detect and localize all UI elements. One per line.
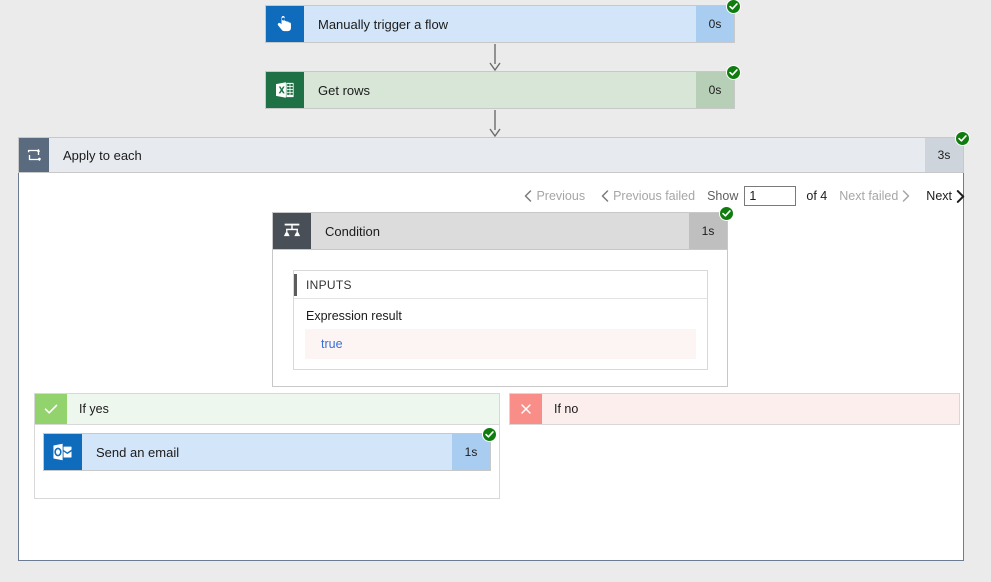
status-badge-success	[726, 65, 741, 80]
pagination-of-label: of 4	[806, 189, 828, 203]
pagination-show-label: Show	[707, 189, 739, 203]
pagination-next-label: Next	[926, 189, 952, 203]
inputs-section-header: INPUTS	[294, 271, 707, 299]
chevron-right-icon	[956, 189, 965, 203]
condition-branch-icon	[273, 213, 311, 249]
pagination-previous-label: Previous	[536, 189, 586, 203]
trigger-card-manually-trigger-a-flow[interactable]: Manually trigger a flow 0s	[265, 0, 741, 43]
chevron-right-icon	[902, 190, 910, 202]
apply-to-each-header[interactable]: Apply to each 3s	[18, 131, 970, 173]
trigger-card-title: Manually trigger a flow	[318, 16, 449, 32]
pagination-next-button[interactable]: Next	[926, 189, 969, 203]
action-card-condition[interactable]: Condition 1s	[272, 206, 734, 250]
tap-hand-icon	[266, 6, 304, 42]
expression-result-label: Expression result	[306, 309, 402, 323]
chevron-left-icon	[524, 190, 532, 202]
expression-result-value: true	[305, 329, 696, 359]
apply-to-each-title: Apply to each	[63, 147, 142, 163]
pagination-next-failed-label: Next failed	[839, 189, 899, 203]
pagination-show-group: Show of 4	[707, 186, 827, 206]
pagination-previous-failed-label: Previous failed	[613, 189, 696, 203]
excel-icon	[266, 72, 304, 108]
if-yes-label: If yes	[79, 402, 109, 416]
connector-arrow-1	[488, 44, 502, 71]
action-card-send-an-email[interactable]: Send an email 1s	[43, 427, 497, 471]
pagination-previous-button[interactable]: Previous	[520, 189, 585, 203]
cross-icon	[510, 394, 542, 424]
pagination-previous-failed-button[interactable]: Previous failed	[597, 189, 695, 203]
get-rows-card-title: Get rows	[318, 82, 371, 98]
status-badge-success	[726, 0, 741, 14]
if-no-header[interactable]: If no	[509, 393, 960, 425]
checkmark-icon	[35, 394, 67, 424]
if-no-label: If no	[554, 402, 579, 416]
iteration-pagination: Previous Previous failed Show of 4 Next …	[508, 185, 969, 207]
condition-inputs-box: INPUTS Expression result true	[293, 270, 708, 370]
if-yes-header[interactable]: If yes	[34, 393, 500, 425]
outlook-icon	[44, 434, 82, 470]
condition-card-title: Condition	[325, 223, 380, 239]
status-badge-success	[482, 427, 497, 442]
status-badge-success	[719, 206, 734, 221]
connector-arrow-2	[488, 110, 502, 137]
status-badge-success	[955, 131, 970, 146]
send-email-card-title: Send an email	[96, 444, 180, 460]
action-card-get-rows[interactable]: Get rows 0s	[265, 65, 741, 109]
pagination-show-input[interactable]	[744, 186, 797, 206]
branch-if-no: If no	[509, 393, 960, 425]
chevron-left-icon	[601, 190, 609, 202]
if-yes-body: Send an email 1s	[34, 425, 500, 499]
condition-details-panel: INPUTS Expression result true	[272, 250, 728, 387]
branch-if-yes: If yes Send an email 1s	[34, 393, 500, 499]
pagination-next-failed-button[interactable]: Next failed	[839, 189, 914, 203]
loop-icon	[19, 138, 49, 172]
